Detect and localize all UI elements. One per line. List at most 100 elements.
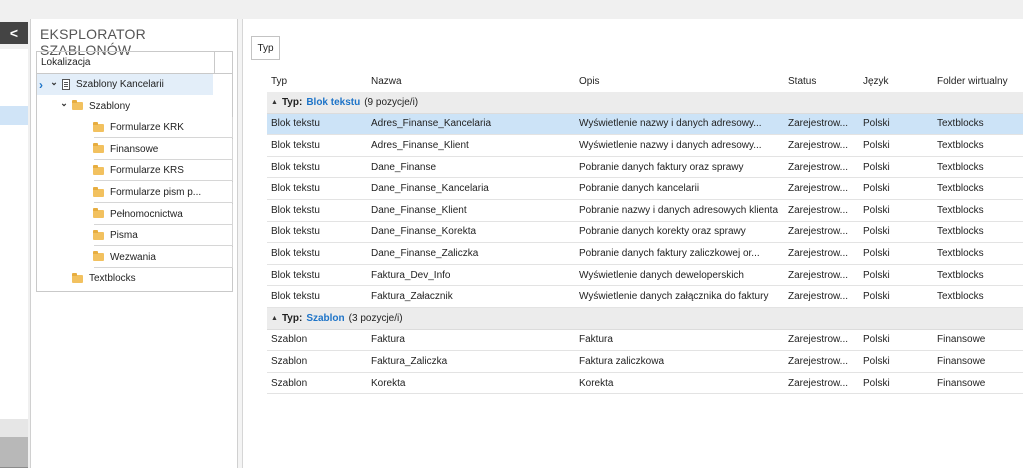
cell-opis: Pobranie danych kancelarii <box>579 183 700 195</box>
cell-opis: Pobranie nazwy i danych adresowych klien… <box>579 204 778 216</box>
tree-item[interactable]: Finansowe <box>37 139 213 160</box>
tree-item-label: Textblocks <box>89 273 136 285</box>
group-by-type-button[interactable]: Typ <box>251 36 280 60</box>
cell-nazwa: Adres_Finanse_Klient <box>371 139 469 151</box>
group-count: (3 pozycje/i) <box>348 312 403 324</box>
document-icon <box>62 79 70 90</box>
cell-folder: Textblocks <box>937 118 984 130</box>
tree-item[interactable]: Pisma <box>37 225 213 246</box>
group-prefix: Typ: <box>281 312 303 324</box>
chevron-down-icon[interactable]: ⌄ <box>49 77 59 88</box>
folder-icon <box>72 272 83 283</box>
cell-status: Zarejestrow... <box>788 269 849 281</box>
column-header-jezyk[interactable]: Język <box>863 71 935 92</box>
column-header-status[interactable]: Status <box>788 71 860 92</box>
rail-selected-item[interactable] <box>0 106 28 125</box>
tree-item[interactable]: Formularze pism p... <box>37 182 213 203</box>
cell-jezyk: Polski <box>863 269 890 281</box>
cell-opis: Wyświetlenie nazwy i danych adresowy... <box>579 139 762 151</box>
group-header: ▲ Typ: Blok tekstu (9 pozycje/i) <box>271 92 418 113</box>
cell-jezyk: Polski <box>863 377 890 389</box>
back-button[interactable]: < <box>0 22 28 44</box>
top-bar <box>0 0 1023 19</box>
group-header-row[interactable]: ▲ Typ: Szablon (3 pozycje/i) <box>267 307 1023 330</box>
table-row[interactable]: Blok tekstu Faktura_Załacznik Wyświetlenie… <box>267 286 1023 308</box>
tree-item-label: Finansowe <box>110 143 159 155</box>
folder-icon <box>93 143 104 154</box>
tree-item-label: Formularze KRK <box>110 122 184 134</box>
folder-icon <box>93 186 104 197</box>
table-row[interactable]: Blok tekstu Dane_Finanse_Korekta Pobranie … <box>267 222 1023 244</box>
templates-grid-panel: Typ Typ Nazwa Opis Status Język Folder w… <box>244 19 1023 468</box>
cell-typ: Szablon <box>271 355 308 367</box>
rail-item[interactable] <box>0 437 28 467</box>
tree-item[interactable]: Textblocks <box>37 268 213 289</box>
cell-nazwa: Dane_Finanse <box>371 161 437 173</box>
column-header-folder[interactable]: Folder wirtualny <box>937 71 1023 92</box>
panel-splitter[interactable] <box>238 19 243 468</box>
cell-status: Zarejestrow... <box>788 377 849 389</box>
cell-jezyk: Polski <box>863 355 890 367</box>
table-row[interactable]: Szablon Korekta Korekta Zarejestrow... Polsk… <box>267 373 1023 395</box>
table-row[interactable]: Szablon Faktura_Zaliczka Faktura zaliczkow… <box>267 351 1023 373</box>
cell-opis: Pobranie danych korekty oraz sprawy <box>579 226 746 238</box>
tree-item-label: Formularze KRS <box>110 165 184 177</box>
folder-icon <box>93 121 104 132</box>
table-row[interactable]: Blok tekstu Faktura_Dev_Info Wyświetlenie … <box>267 265 1023 287</box>
collapse-caret-icon[interactable]: ▲ <box>271 315 278 322</box>
table-row[interactable]: Blok tekstu Dane_Finanse Pobranie danych f… <box>267 157 1023 179</box>
cell-status: Zarejestrow... <box>788 183 849 195</box>
rail-item[interactable] <box>0 419 28 437</box>
cell-typ: Blok tekstu <box>271 118 320 130</box>
tree-item[interactable]: Formularze KRS <box>37 160 213 181</box>
cell-status: Zarejestrow... <box>788 334 849 346</box>
table-row[interactable]: Blok tekstu Adres_Finanse_Kancelaria Wyświ… <box>267 113 1023 136</box>
cell-nazwa: Faktura_Dev_Info <box>371 269 451 281</box>
column-header-opis[interactable]: Opis <box>579 71 784 92</box>
tree-item[interactable]: Formularze KRK <box>37 117 213 138</box>
table-row[interactable]: Blok tekstu Adres_Finanse_Klient Wyświetle… <box>267 135 1023 157</box>
cell-opis: Korekta <box>579 377 614 389</box>
chevron-down-icon[interactable]: ⌄ <box>59 98 69 109</box>
cell-typ: Blok tekstu <box>271 269 320 281</box>
grid-header-row: Typ Nazwa Opis Status Język Folder wirtu… <box>267 71 1023 92</box>
column-header-typ[interactable]: Typ <box>271 71 367 92</box>
tree-item-label: Formularze pism p... <box>110 187 202 198</box>
cell-jezyk: Polski <box>863 247 890 259</box>
cell-folder: Textblocks <box>937 204 984 216</box>
group-header-row[interactable]: ▲ Typ: Blok tekstu (9 pozycje/i) <box>267 92 1023 114</box>
cell-typ: Blok tekstu <box>271 204 320 216</box>
tree-column-header-label: Lokalizacja <box>41 57 91 68</box>
cell-folder: Finansowe <box>937 334 986 346</box>
tree-item[interactable]: ⌄ Szablony <box>37 96 213 117</box>
table-row[interactable]: Szablon Faktura Faktura Zarejestrow... Polsk… <box>267 330 1023 352</box>
tree-item[interactable]: Wezwania <box>37 247 213 268</box>
tree-item-label: Szablony <box>89 100 131 112</box>
current-item-arrow-icon: › <box>39 77 43 92</box>
cell-opis: Pobranie danych faktury oraz sprawy <box>579 161 744 173</box>
cell-nazwa: Faktura_Załacznik <box>371 291 453 303</box>
cell-nazwa: Korekta <box>371 377 406 389</box>
table-row[interactable]: Blok tekstu Dane_Finanse_Klient Pobranie n… <box>267 200 1023 222</box>
tree-column-header[interactable]: Lokalizacja <box>37 52 232 74</box>
group-count: (9 pozycje/i) <box>364 96 419 108</box>
cell-nazwa: Faktura_Zaliczka <box>371 355 448 367</box>
column-header-nazwa[interactable]: Nazwa <box>371 71 575 92</box>
folder-icon <box>72 100 83 111</box>
cell-status: Zarejestrow... <box>788 204 849 216</box>
cell-jezyk: Polski <box>863 139 890 151</box>
cell-status: Zarejestrow... <box>788 118 849 130</box>
collapse-caret-icon[interactable]: ▲ <box>271 99 278 106</box>
table-row[interactable]: Blok tekstu Dane_Finanse_Kancelaria Pobran… <box>267 178 1023 200</box>
cell-opis: Faktura <box>579 334 613 346</box>
table-row[interactable]: Blok tekstu Dane_Finanse_Zaliczka Pobranie… <box>267 243 1023 265</box>
templates-grid: Typ Nazwa Opis Status Język Folder wirtu… <box>267 71 1023 395</box>
tree-item-label: Wezwania <box>110 251 156 263</box>
column-resize-handle[interactable] <box>214 52 215 74</box>
cell-nazwa: Dane_Finanse_Klient <box>371 204 467 216</box>
cell-folder: Textblocks <box>937 247 984 259</box>
group-prefix: Typ: <box>281 96 303 108</box>
tree-item[interactable]: Pełnomocnictwa <box>37 204 213 225</box>
tree-item[interactable]: › ⌄ Szablony Kancelarii <box>37 74 213 95</box>
cell-nazwa: Dane_Finanse_Zaliczka <box>371 247 479 259</box>
